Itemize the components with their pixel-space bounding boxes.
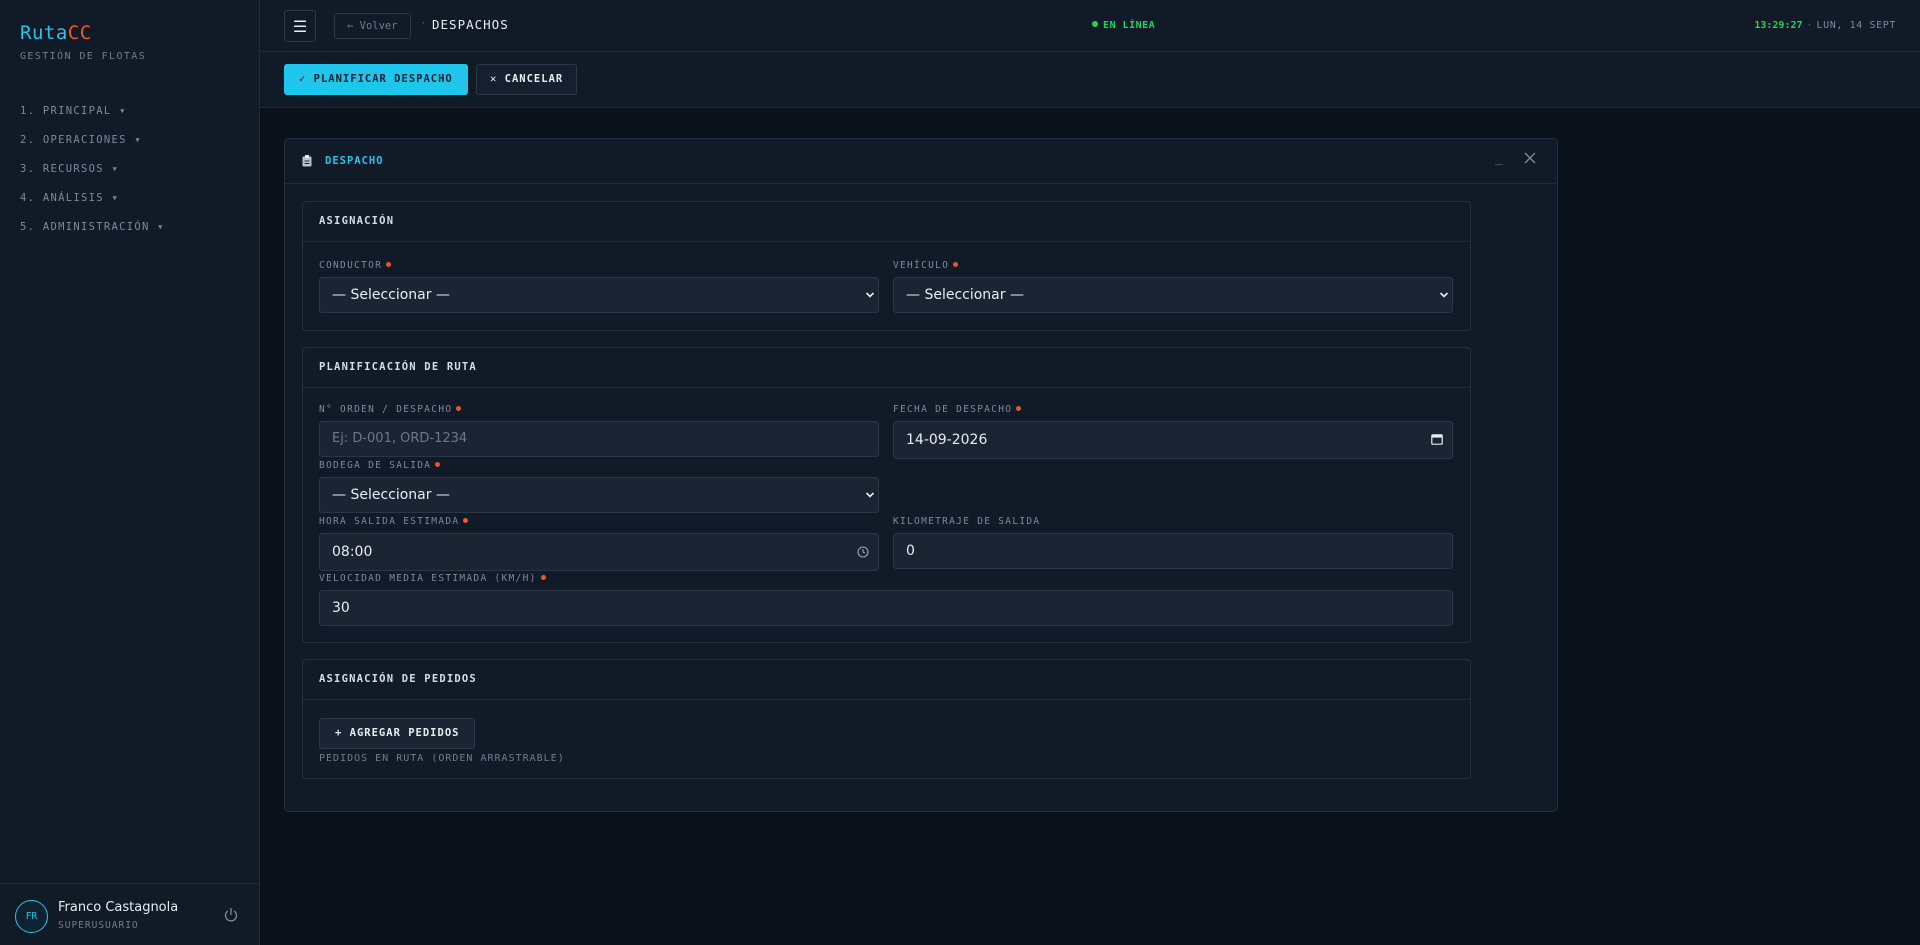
calendar-icon[interactable] xyxy=(1431,433,1443,445)
vehiculo-label: VEHÍCULO xyxy=(893,260,959,271)
user-panel: FR Franco Castagnola SUPERUSUARIO xyxy=(0,883,259,945)
bodega-label: BODEGA DE SALIDA xyxy=(319,460,441,471)
status-text: EN LÍNEA xyxy=(1103,20,1156,31)
km-input[interactable]: 0 xyxy=(893,533,1453,569)
modal-title: DESPACHO xyxy=(325,155,384,167)
velocidad-label-text: VELOCIDAD MEDIA ESTIMADA (KM/H) xyxy=(319,573,537,584)
topbar: ☰ ← Volver · DESPACHOS EN LÍNEA 13:29:27… xyxy=(260,0,1920,52)
orden-label-text: N° ORDEN / DESPACHO xyxy=(319,404,453,415)
power-icon[interactable] xyxy=(222,906,240,924)
vehiculo-select-value: — Seleccionar — xyxy=(906,287,1024,303)
required-dot-icon xyxy=(386,262,392,267)
km-label: KILOMETRAJE DE SALIDA xyxy=(893,516,1041,527)
chevron-down-icon xyxy=(865,292,875,298)
clipboard-icon xyxy=(302,155,312,167)
section-asignacion-pedidos: ASIGNACIÓN DE PEDIDOS + AGREGAR PEDIDOS … xyxy=(302,659,1471,779)
velocidad-label: VELOCIDAD MEDIA ESTIMADA (KM/H) xyxy=(319,573,546,584)
clock-separator: · xyxy=(1806,20,1813,31)
vehiculo-label-text: VEHÍCULO xyxy=(893,260,950,271)
user-role: SUPERUSUARIO xyxy=(58,920,139,931)
section-title: ASIGNACIÓN DE PEDIDOS xyxy=(303,660,1470,700)
plan-dispatch-button[interactable]: ✓ PLANIFICAR DESPACHO xyxy=(284,64,468,95)
brand-logo[interactable]: RutaCC xyxy=(20,22,92,44)
avatar[interactable]: FR xyxy=(15,900,48,933)
required-dot-icon xyxy=(456,406,462,411)
chevron-down-icon xyxy=(865,492,875,498)
bodega-select-value: — Seleccionar — xyxy=(332,487,450,503)
cancel-button[interactable]: ✕ CANCELAR xyxy=(476,64,578,95)
add-orders-button[interactable]: + AGREGAR PEDIDOS xyxy=(319,718,476,749)
hora-input[interactable]: 08:00 xyxy=(319,533,879,571)
required-dot-icon xyxy=(1016,406,1022,411)
action-bar: ✓ PLANIFICAR DESPACHO ✕ CANCELAR xyxy=(260,52,1920,108)
minimize-button[interactable]: _ xyxy=(1495,151,1503,166)
hora-input-value: 08:00 xyxy=(332,544,373,560)
conductor-label: CONDUCTOR xyxy=(319,260,392,271)
required-dot-icon xyxy=(953,262,959,267)
section-title: ASIGNACIÓN xyxy=(303,202,1470,242)
user-name: Franco Castagnola xyxy=(58,900,179,915)
clock-date: LUN, 14 SEPT xyxy=(1816,20,1896,31)
velocidad-input[interactable]: 30 xyxy=(319,590,1453,626)
breadcrumb-separator: · xyxy=(420,18,427,29)
section-planificacion-ruta: PLANIFICACIÓN DE RUTA N° ORDEN / DESPACH… xyxy=(302,347,1471,643)
bodega-select[interactable]: — Seleccionar — xyxy=(319,477,879,513)
hora-label-text: HORA SALIDA ESTIMADA xyxy=(319,516,460,527)
chevron-down-icon xyxy=(1439,292,1449,298)
hamburger-icon: ☰ xyxy=(292,16,308,36)
bodega-label-text: BODEGA DE SALIDA xyxy=(319,460,432,471)
sidebar-item-recursos[interactable]: 3. RECURSOS ▾ xyxy=(20,162,165,191)
required-dot-icon xyxy=(463,518,469,523)
orders-hint: PEDIDOS EN RUTA (ORDEN ARRASTRABLE) xyxy=(319,753,565,764)
sidebar: RutaCC GESTIÓN DE FLOTAS 1. PRINCIPAL ▾ … xyxy=(0,0,260,945)
sidebar-item-analisis[interactable]: 4. ANÁLISIS ▾ xyxy=(20,191,165,220)
modal-header: DESPACHO _ xyxy=(285,139,1557,184)
orden-label: N° ORDEN / DESPACHO xyxy=(319,404,462,415)
fecha-label: FECHA DE DESPACHO xyxy=(893,404,1022,415)
conductor-label-text: CONDUCTOR xyxy=(319,260,383,271)
back-button[interactable]: ← Volver xyxy=(334,13,411,39)
section-title: PLANIFICACIÓN DE RUTA xyxy=(303,348,1470,388)
sidebar-item-operaciones[interactable]: 2. OPERACIONES ▾ xyxy=(20,133,165,162)
clock: 13:29:27 · LUN, 14 SEPT xyxy=(1754,20,1896,31)
brand-name-part1: Ruta xyxy=(20,22,68,44)
vehiculo-select[interactable]: — Seleccionar — xyxy=(893,277,1453,313)
sidebar-nav: 1. PRINCIPAL ▾ 2. OPERACIONES ▾ 3. RECUR… xyxy=(20,104,165,249)
hora-label: HORA SALIDA ESTIMADA xyxy=(319,516,469,527)
close-icon[interactable] xyxy=(1523,151,1537,165)
dispatch-modal: DESPACHO _ ASIGNACIÓN CONDUCTOR — Selecc… xyxy=(284,138,1558,812)
fecha-label-text: FECHA DE DESPACHO xyxy=(893,404,1013,415)
section-asignacion: ASIGNACIÓN CONDUCTOR — Seleccionar — VEH… xyxy=(302,201,1471,331)
orden-input[interactable]: Ej: D-001, ORD-1234 xyxy=(319,421,879,457)
sidebar-item-administracion[interactable]: 5. ADMINISTRACIÓN ▾ xyxy=(20,220,165,249)
clock-icon[interactable] xyxy=(857,546,869,558)
connection-status: EN LÍNEA xyxy=(1092,20,1155,31)
brand-subtitle: GESTIÓN DE FLOTAS xyxy=(20,51,147,62)
status-dot-icon xyxy=(1092,21,1098,27)
fecha-input[interactable]: 14-09-2026 xyxy=(893,421,1453,459)
required-dot-icon xyxy=(540,575,546,580)
page-title: DESPACHOS xyxy=(432,17,509,32)
conductor-select[interactable]: — Seleccionar — xyxy=(319,277,879,313)
clock-time: 13:29:27 xyxy=(1754,20,1803,31)
brand-name-part2: CC xyxy=(67,22,92,44)
conductor-select-value: — Seleccionar — xyxy=(332,287,450,303)
menu-toggle-button[interactable]: ☰ xyxy=(284,10,316,42)
sidebar-item-principal[interactable]: 1. PRINCIPAL ▾ xyxy=(20,104,165,133)
fecha-input-value: 14-09-2026 xyxy=(906,432,988,448)
required-dot-icon xyxy=(435,462,441,467)
